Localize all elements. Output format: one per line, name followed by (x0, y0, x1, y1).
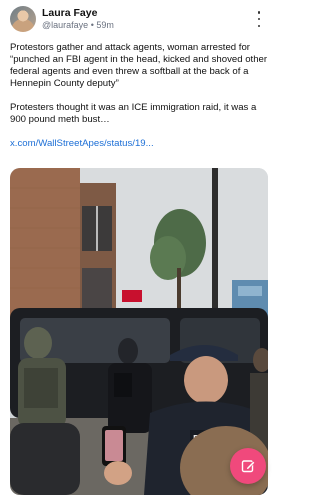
edit-pen-icon (241, 460, 256, 473)
scene-illustration: POLI (10, 168, 268, 495)
author-handle[interactable]: @laurafaye (42, 20, 88, 30)
post-header: Laura Faye @laurafaye • 59m (10, 5, 268, 33)
post-body: Protestors gather and attack agents, wom… (10, 42, 268, 150)
author-name[interactable]: Laura Faye (42, 7, 114, 19)
post-link[interactable]: x.com/WallStreetApes/status/19... (10, 138, 154, 149)
meta-separator: • (90, 20, 94, 30)
post-paragraph: Protesters thought it was an ICE immigra… (10, 102, 257, 125)
compose-button[interactable] (230, 448, 266, 484)
post-paragraph: Protestors gather and attack agents, wom… (10, 42, 268, 89)
more-vertical-icon[interactable] (254, 11, 264, 27)
post-time: 59m (96, 20, 114, 30)
author-info: Laura Faye @laurafaye • 59m (42, 7, 114, 31)
post-image[interactable]: POLI (10, 168, 268, 495)
author-meta: @laurafaye • 59m (42, 19, 114, 31)
avatar[interactable] (10, 6, 36, 32)
